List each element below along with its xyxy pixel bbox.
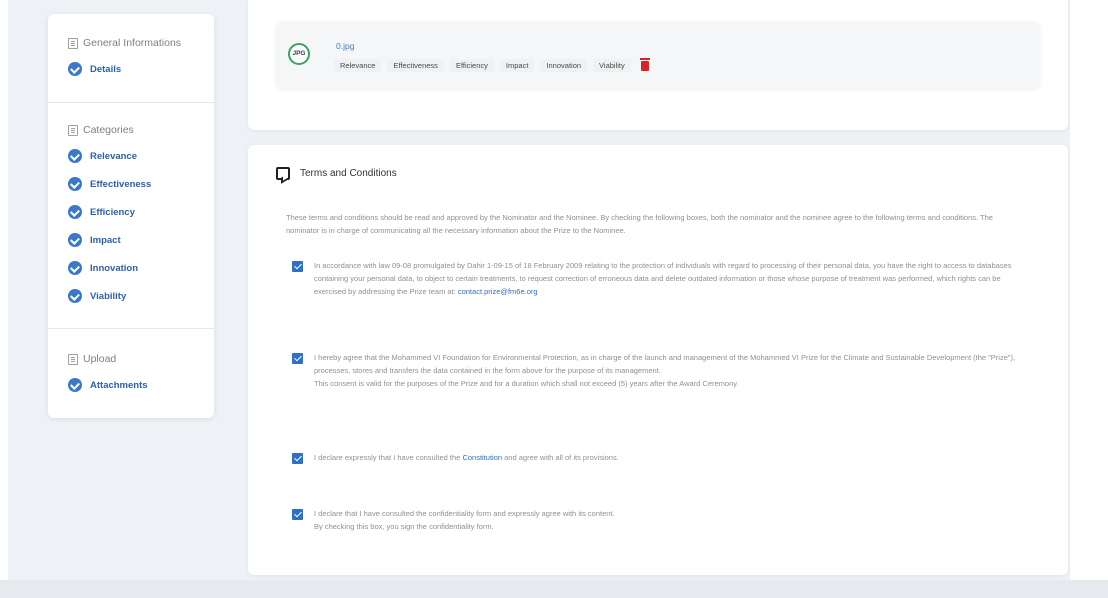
terms-item-confidentiality: I declare that I have consulted the conf… [292, 507, 1022, 533]
sidebar-item-efficiency[interactable]: Efficiency [48, 201, 214, 223]
sidebar-item-label: Innovation [90, 262, 139, 274]
sidebar-header-upload: Upload [48, 350, 214, 368]
sidebar-header-label: Upload [83, 353, 117, 365]
tag-innovation: Innovation [540, 59, 588, 72]
sidebar-item-label: Impact [90, 234, 121, 246]
sidebar-section-general: General Informations Details [48, 34, 214, 80]
jpg-file-icon: JPG [288, 43, 310, 65]
terms-item-text: In accordance with law 09-08 promulgated… [314, 259, 1022, 298]
sidebar-item-label: Efficiency [90, 206, 135, 218]
terms-card: Terms and Conditions These terms and con… [248, 145, 1068, 575]
check-circle-icon [68, 205, 82, 219]
trash-icon[interactable] [639, 57, 650, 71]
tag-relevance: Relevance [334, 59, 382, 72]
terms-item-text: I declare that I have consulted the conf… [314, 507, 615, 533]
terms-item-body-2: By checking this box, you sign the confi… [314, 522, 494, 531]
terms-title: Terms and Conditions [300, 168, 397, 179]
terms-intro: These terms and conditions should be rea… [286, 213, 993, 235]
sidebar-item-label: Viability [90, 290, 127, 302]
contact-email-link[interactable]: contact.prize@fm6e.org [458, 287, 538, 296]
sidebar-item-label: Attachments [90, 379, 148, 391]
sidebar-header-label: Categories [83, 124, 134, 136]
checkbox-confidentiality[interactable] [292, 509, 303, 520]
terms-item-constitution: I declare expressly that I have consulte… [292, 451, 1022, 464]
terms-item-body: In accordance with law 09-08 promulgated… [314, 261, 1012, 296]
tag-impact: Impact [499, 59, 535, 72]
page-bottom-band [0, 580, 1108, 598]
document-icon [68, 124, 78, 136]
terms-item-consent: I hereby agree that the Mohammed VI Foun… [292, 351, 1022, 390]
sidebar-item-attachments[interactable]: Attachments [48, 374, 214, 396]
tag-efficiency: Efficiency [449, 59, 494, 72]
terms-item-body: I declare that I have consulted the conf… [314, 509, 615, 518]
check-circle-icon [68, 62, 82, 76]
sidebar-item-relevance[interactable]: Relevance [48, 145, 214, 167]
terms-item-text: I declare expressly that I have consulte… [314, 451, 619, 464]
sidebar-item-innovation[interactable]: Innovation [48, 257, 214, 279]
sidebar-divider [48, 102, 214, 103]
sidebar-item-effectiveness[interactable]: Effectiveness [48, 173, 214, 195]
sidebar-header-general: General Informations [48, 34, 214, 52]
terms-item-body: I declare expressly that I have consulte… [314, 453, 461, 462]
message-icon [276, 167, 290, 180]
attachment-item: JPG 0.jpg Relevance Effectiveness Effici… [276, 22, 1040, 88]
checkbox-data-protection[interactable] [292, 261, 303, 272]
attachments-card: JPG 0.jpg Relevance Effectiveness Effici… [248, 0, 1068, 130]
sidebar-header-label: General Informations [83, 37, 182, 49]
checkbox-consent[interactable] [292, 353, 303, 364]
sidebar-item-impact[interactable]: Impact [48, 229, 214, 251]
sidebar-item-label: Relevance [90, 150, 138, 162]
terms-item-suffix: and agree with all of its provisions. [504, 453, 619, 462]
sidebar-item-viability[interactable]: Viability [48, 285, 214, 307]
attachment-tags: Relevance Effectiveness Efficiency Impac… [334, 57, 650, 72]
check-circle-icon [68, 177, 82, 191]
tag-effectiveness: Effectiveness [387, 59, 444, 72]
sidebar-item-label: Details [90, 63, 122, 75]
sidebar-section-categories: Categories Relevance Effectiveness Effic… [48, 121, 214, 307]
sidebar-nav: General Informations Details Categories … [48, 14, 214, 418]
document-icon [68, 37, 78, 49]
sidebar-divider [48, 328, 214, 329]
terms-item-body-2: This consent is valid for the purposes o… [314, 379, 739, 388]
upload-icon [68, 353, 78, 365]
terms-item-data-protection: In accordance with law 09-08 promulgated… [292, 259, 1022, 298]
sidebar-item-details[interactable]: Details [48, 58, 214, 80]
check-circle-icon [68, 233, 82, 247]
terms-header: Terms and Conditions [276, 167, 397, 180]
page-edge-left [0, 0, 8, 598]
sidebar-item-label: Effectiveness [90, 178, 152, 190]
check-circle-icon [68, 261, 82, 275]
check-circle-icon [68, 289, 82, 303]
tag-viability: Viability [593, 59, 631, 72]
constitution-link[interactable]: Constitution [462, 453, 502, 462]
sidebar-section-upload: Upload Attachments [48, 350, 214, 396]
sidebar-header-categories: Categories [48, 121, 214, 139]
checkbox-constitution[interactable] [292, 453, 303, 464]
terms-item-body: I hereby agree that the Mohammed VI Foun… [314, 353, 1016, 375]
check-circle-icon [68, 149, 82, 163]
terms-item-text: I hereby agree that the Mohammed VI Foun… [314, 351, 1022, 390]
page-edge-right [1070, 0, 1108, 598]
check-circle-icon [68, 378, 82, 392]
file-name-link[interactable]: 0.jpg [336, 41, 354, 51]
